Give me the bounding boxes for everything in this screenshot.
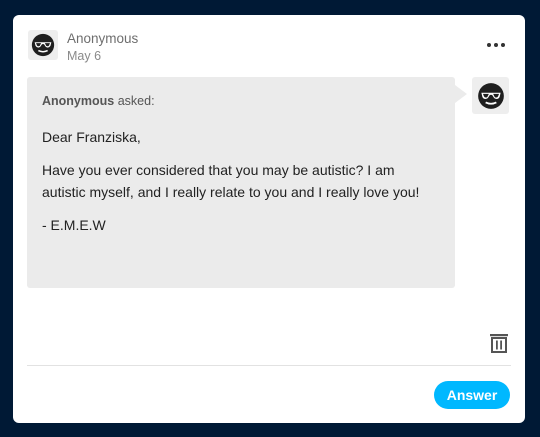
message-paragraph: Have you ever considered that you may be… [42, 162, 420, 200]
author-avatar[interactable] [28, 30, 58, 60]
post-date: May 6 [67, 49, 102, 63]
more-options-button[interactable] [483, 35, 509, 55]
divider [27, 365, 511, 366]
asker-avatar[interactable] [472, 77, 509, 114]
trash-icon [490, 334, 508, 353]
post-header: Anonymous May 6 [67, 31, 138, 64]
asked-line: Anonymous asked: [42, 93, 440, 109]
message-paragraph: - E.M.E.W [42, 217, 106, 233]
delete-button[interactable] [489, 332, 509, 354]
anonymous-sunglasses-icon [477, 82, 504, 109]
ask-card: Anonymous May 6 Anonymous asked: Dear Fr… [13, 15, 525, 423]
author-name[interactable]: Anonymous [67, 31, 138, 47]
anonymous-sunglasses-icon [31, 33, 55, 57]
ask-bubble: Anonymous asked: Dear Franziska, Have yo… [27, 77, 467, 288]
more-horizontal-icon [487, 43, 491, 47]
answer-button[interactable]: Answer [434, 381, 510, 409]
message-paragraph: Dear Franziska, [42, 129, 141, 145]
asker-name[interactable]: Anonymous [42, 94, 114, 108]
asked-label: asked: [117, 94, 155, 108]
